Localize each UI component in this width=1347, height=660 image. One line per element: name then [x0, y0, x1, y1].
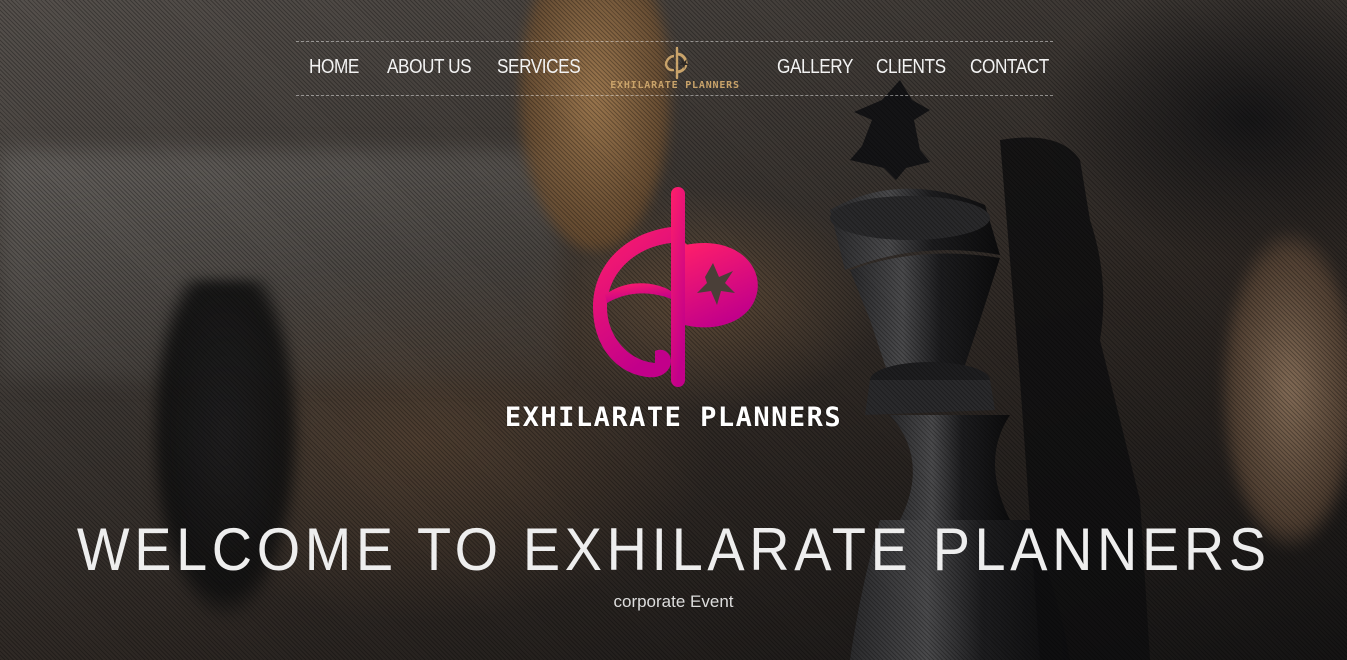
- nav-gallery[interactable]: GALLERY: [777, 56, 853, 79]
- main-navigation: HOME ABOUT US SERVICES EXHILARATE PLANNE…: [296, 41, 1053, 96]
- nav-clients[interactable]: CLIENTS: [876, 56, 946, 79]
- hero-heading-text: WELCOME TO EXHILARATE PLANNERS: [76, 516, 1271, 583]
- nav-services[interactable]: SERVICES: [497, 56, 581, 79]
- brand-logo-icon: [593, 187, 758, 387]
- nav-logo-text: EXHILARATE PLANNERS: [610, 80, 740, 91]
- brand-name: EXHILARATE PLANNERS: [504, 402, 843, 433]
- background-piece-right: [1220, 230, 1347, 550]
- ep-monogram-icon: [664, 46, 689, 80]
- nav-about-us[interactable]: ABOUT US: [387, 56, 472, 79]
- hero-subtitle: corporate Event: [613, 592, 734, 611]
- nav-logo[interactable]: EXHILARATE PLANNERS: [608, 45, 742, 95]
- nav-contact[interactable]: CONTACT: [970, 56, 1049, 79]
- nav-home[interactable]: HOME: [309, 56, 359, 79]
- hero-heading: WELCOME TO EXHILARATE PLANNERS: [0, 515, 1347, 584]
